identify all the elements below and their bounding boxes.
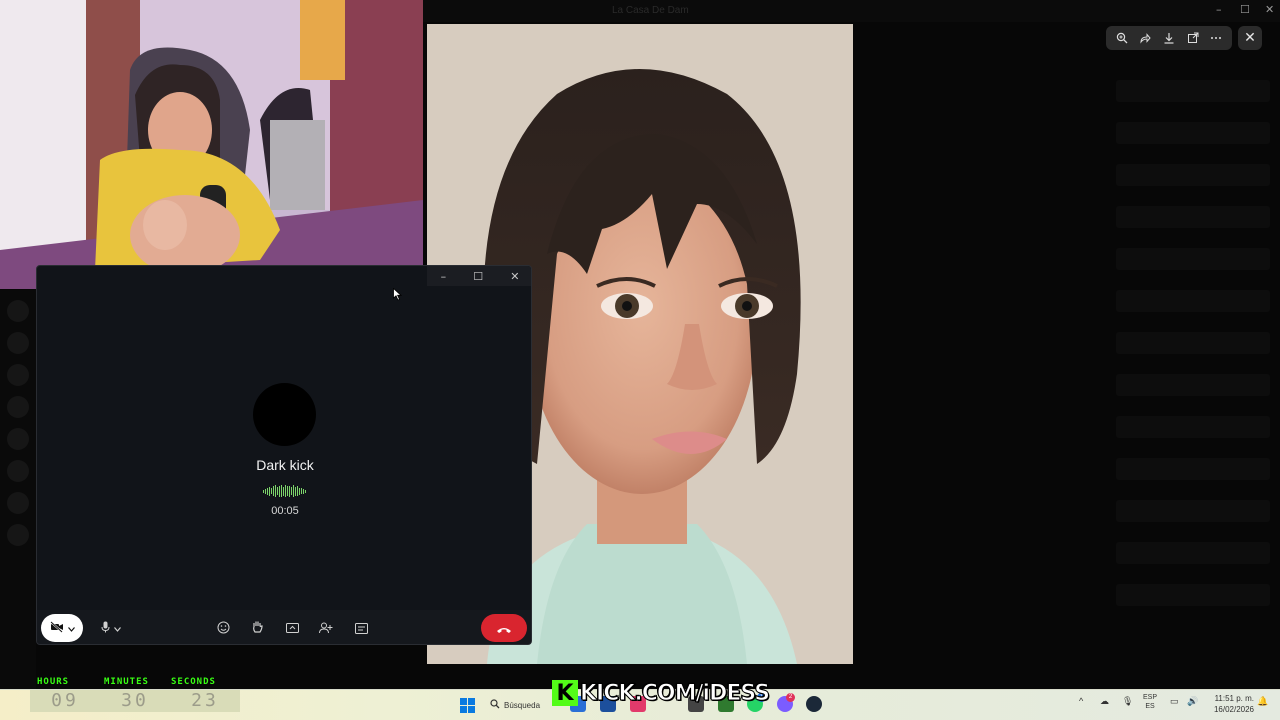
hang-up-button[interactable] xyxy=(481,614,527,642)
steam-icon[interactable] xyxy=(806,696,822,712)
microphone-button[interactable] xyxy=(93,616,129,640)
share-screen-icon xyxy=(285,619,299,638)
window-maximize-button[interactable]: ☐ xyxy=(1240,3,1250,16)
mouse-cursor-icon xyxy=(393,286,403,305)
search-label: Búsqueda xyxy=(504,700,541,710)
webcam-feed xyxy=(0,0,423,289)
window-close-button[interactable]: ✕ xyxy=(1265,3,1274,16)
call-close-button[interactable]: ✕ xyxy=(510,270,519,283)
call-duration: 00:05 xyxy=(271,505,299,517)
viewer-close-button[interactable]: ✕ xyxy=(1238,26,1262,50)
chevron-down-icon xyxy=(67,622,75,635)
language-indicator[interactable]: ESP ES xyxy=(1143,693,1157,711)
stream-timer: HOURS MINUTES SECONDS 09 30 23 xyxy=(30,677,240,715)
window-minimize-button[interactable]: – xyxy=(1216,3,1222,16)
notification-badge: 2 xyxy=(786,693,795,702)
microphone-icon xyxy=(101,621,110,636)
chevron-down-icon xyxy=(114,622,121,635)
chat-icon xyxy=(354,619,368,638)
screen: La Casa De Dam – ☐ ✕ ✕ – ☐ ✕ Dark kick 0… xyxy=(0,0,1280,720)
clock-date: 16/02/2026 xyxy=(1213,705,1254,714)
call-minimize-button[interactable]: – xyxy=(441,270,447,283)
caller-name: Dark kick xyxy=(256,457,314,473)
microphone-tray-icon[interactable]: 🎙 xyxy=(1122,696,1133,707)
share-screen-button[interactable] xyxy=(282,618,302,638)
network-icon[interactable]: ▭ xyxy=(1170,696,1179,707)
volume-icon[interactable]: 🔊 xyxy=(1187,696,1198,707)
share-icon[interactable] xyxy=(1136,29,1154,47)
emoji-button[interactable] xyxy=(213,618,233,638)
add-participant-button[interactable] xyxy=(316,618,336,638)
search-icon xyxy=(490,699,500,711)
timer-hours-value: 09 xyxy=(51,690,79,711)
kick-logo-icon: K xyxy=(552,680,578,706)
cloud-icon[interactable]: ☁ xyxy=(1100,696,1109,707)
background-sidebar xyxy=(0,290,36,690)
download-icon[interactable] xyxy=(1160,29,1178,47)
timer-hours-label: HOURS xyxy=(37,677,70,687)
add-person-icon xyxy=(319,619,333,638)
open-external-icon[interactable] xyxy=(1184,29,1202,47)
zoom-in-icon[interactable] xyxy=(1113,29,1131,47)
raise-hand-button[interactable] xyxy=(247,618,267,638)
smiley-icon xyxy=(217,619,230,638)
clock[interactable]: 11:51 p. m. 16/02/2026 xyxy=(1204,693,1254,715)
caller-avatar xyxy=(253,383,316,446)
chat-button[interactable] xyxy=(351,618,371,638)
hand-icon xyxy=(251,619,264,638)
camera-toggle-button[interactable] xyxy=(41,614,83,642)
chevron-up-icon[interactable]: ^ xyxy=(1079,696,1083,706)
timer-seconds-label: SECONDS xyxy=(171,677,216,687)
notification-bell-icon[interactable]: 🔔 xyxy=(1257,696,1268,707)
call-maximize-button[interactable]: ☐ xyxy=(473,270,483,283)
taskbar-search[interactable]: Búsqueda xyxy=(490,695,558,715)
background-title: La Casa De Dam xyxy=(612,5,689,16)
phone-hangup-icon xyxy=(496,619,512,638)
timer-minutes-value: 30 xyxy=(121,690,149,711)
call-window: – ☐ ✕ Dark kick 00:05 xyxy=(36,265,532,645)
windows-start-icon[interactable] xyxy=(460,698,475,713)
background-chat-list xyxy=(1108,60,1280,680)
timer-minutes-label: MINUTES xyxy=(104,677,149,687)
kick-channel-url: KICK.COM/iDESS xyxy=(579,680,770,706)
camera-off-icon xyxy=(49,620,64,636)
call-titlebar: – ☐ ✕ xyxy=(427,266,531,286)
image-viewer-toolbar xyxy=(1106,26,1232,50)
audio-waveform-icon xyxy=(263,485,307,497)
call-toolbar xyxy=(37,610,531,644)
clock-time: 11:51 p. m. xyxy=(1214,694,1254,703)
timer-seconds-value: 23 xyxy=(191,690,219,711)
more-icon[interactable] xyxy=(1207,29,1225,47)
kick-channel-overlay: K KICK.COM/iDESS xyxy=(552,676,771,710)
